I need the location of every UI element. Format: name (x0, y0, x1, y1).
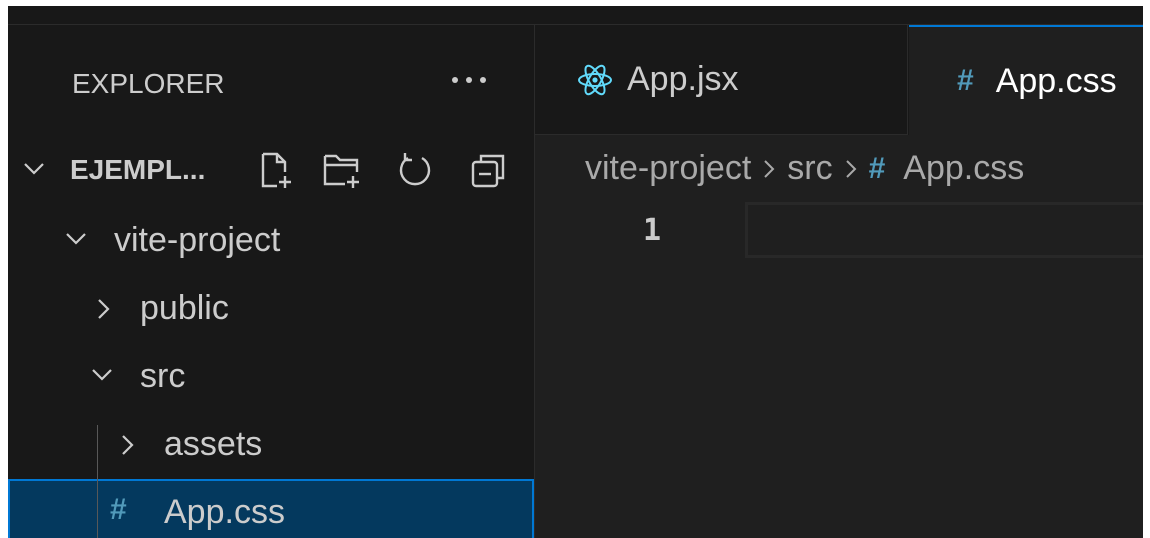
breadcrumb-item-src[interactable]: src (787, 149, 832, 188)
indent-guide (97, 425, 98, 538)
react-icon (577, 63, 613, 97)
explorer-sidebar: EXPLORER EJEMPL... vite-project public s… (8, 25, 535, 538)
chevron-right-icon (94, 297, 114, 326)
breadcrumb-item-vite-project[interactable]: vite-project (585, 149, 751, 188)
tab-label: App.jsx (627, 60, 739, 98)
new-folder-icon[interactable] (317, 145, 367, 195)
collapse-all-icon[interactable] (464, 145, 514, 195)
explorer-title: EXPLORER (72, 68, 225, 99)
tree-item-assets[interactable]: assets (8, 411, 534, 475)
chevron-down-icon (90, 365, 114, 390)
hash-icon: # (868, 151, 886, 185)
tree-item-label: vite-project (114, 221, 281, 259)
new-file-icon[interactable] (250, 145, 300, 195)
line-number: 1 (643, 213, 662, 248)
tab-bar: App.jsx # App.css (535, 25, 1143, 135)
vscode-window: EXPLORER EJEMPL... vite-project public s… (8, 6, 1143, 538)
chevron-right-icon (843, 157, 859, 181)
workspace-title: EJEMPL... (70, 154, 206, 185)
current-line-highlight[interactable] (745, 202, 1143, 258)
tree-item-src[interactable]: src (8, 343, 534, 407)
tab-app-jsx[interactable]: App.jsx (535, 25, 908, 135)
breadcrumb-item-app-css[interactable]: App.css (903, 149, 1024, 188)
more-actions-icon[interactable] (444, 55, 494, 105)
chevron-down-icon (22, 159, 46, 184)
tab-app-css[interactable]: # App.css (909, 25, 1143, 135)
chevron-right-icon (118, 433, 138, 462)
title-bar (8, 6, 1143, 25)
breadcrumb: vite-project src # App.css (585, 149, 1024, 188)
editor-area: App.jsx # App.css vite-project src # App… (535, 25, 1143, 538)
hash-icon: # (957, 64, 974, 97)
tree-item-label: App.css (164, 493, 285, 531)
hash-icon: # (110, 493, 127, 526)
chevron-down-icon (64, 229, 88, 254)
tree-item-label: public (140, 289, 229, 327)
refresh-icon[interactable] (390, 145, 440, 195)
tree-item-vite-project[interactable]: vite-project (8, 207, 534, 271)
tree-item-public[interactable]: public (8, 275, 534, 339)
tree-item-label: src (140, 357, 186, 395)
tree-item-app-css[interactable]: # App.css (8, 479, 534, 538)
explorer-header: EXPLORER (8, 25, 534, 137)
chevron-right-icon (761, 157, 777, 181)
tree-item-label: assets (164, 425, 263, 463)
workspace-section-header[interactable]: EJEMPL... (8, 137, 534, 201)
tab-label: App.css (995, 61, 1117, 100)
